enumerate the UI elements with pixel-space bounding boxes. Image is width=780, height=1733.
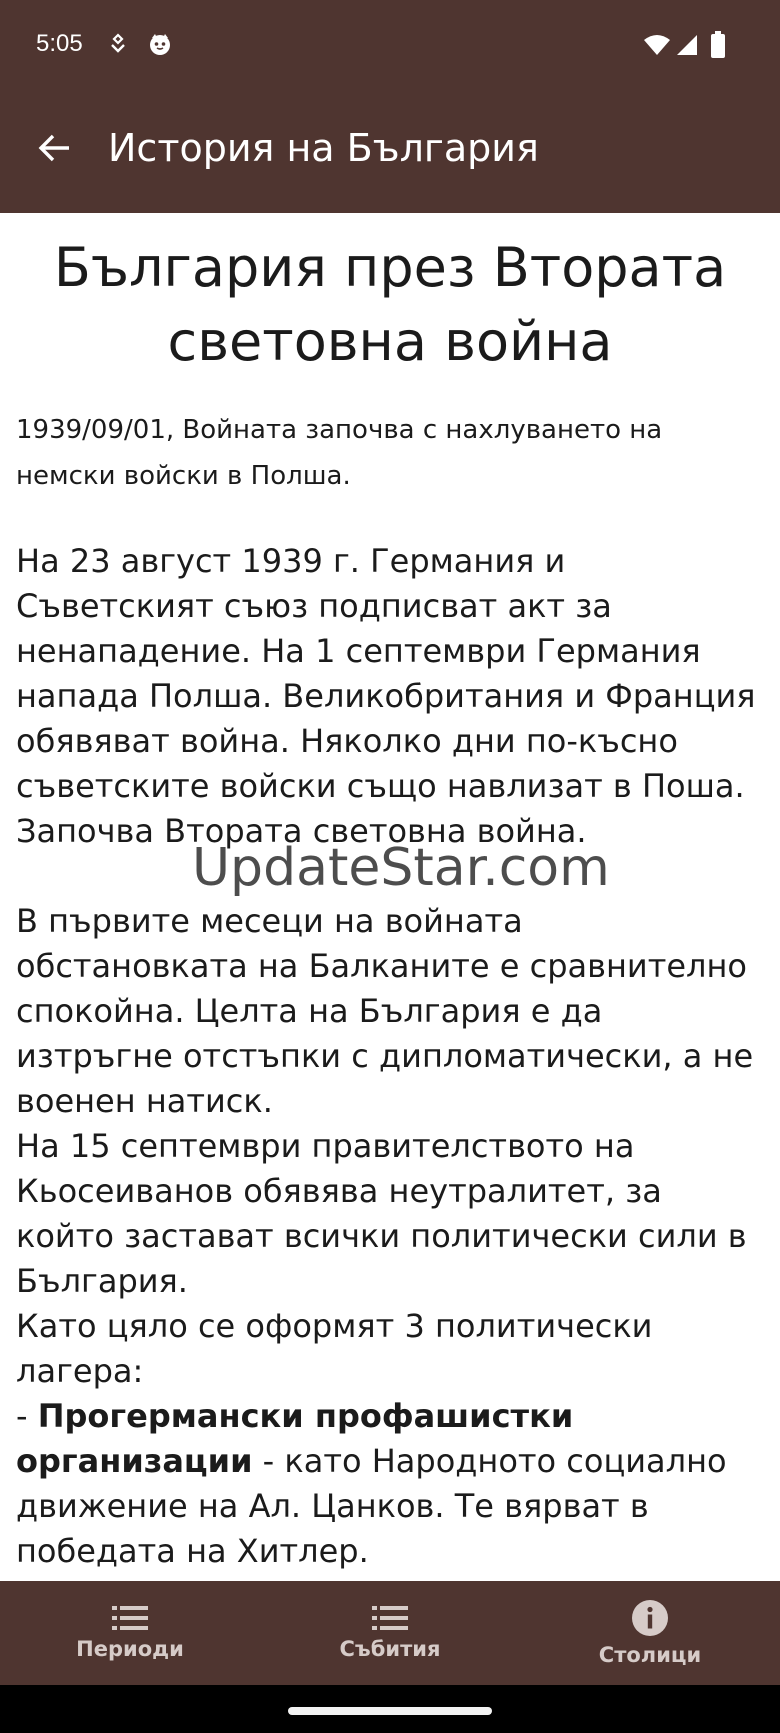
bottom-navigation: Периоди Събития Столици <box>0 1581 780 1685</box>
paragraph: В първите месеци на войната обстановката… <box>16 902 754 1120</box>
app-bar: История на България <box>0 96 780 213</box>
cat-face-icon <box>148 32 172 60</box>
list-icon <box>372 1606 408 1630</box>
status-bar: 5:05 <box>0 0 780 96</box>
paragraph: Като цяло се оформят 3 политически лагер… <box>16 1307 653 1390</box>
nav-label: Периоди <box>76 1637 184 1661</box>
bullet-item: - Прогермански профашистки организации -… <box>16 1394 764 1574</box>
nav-label: Събития <box>339 1637 441 1661</box>
list-icon <box>112 1606 148 1630</box>
paragraph: На 15 септември правителството на Кьосеи… <box>16 1127 747 1300</box>
wifi-icon <box>643 34 671 60</box>
event-title: България през Втората световна война <box>53 236 727 373</box>
top-app-bar: 5:05 История на България <box>0 0 780 213</box>
battery-icon <box>710 31 726 63</box>
nav-item-capitals[interactable]: Столици <box>520 1581 780 1685</box>
nav-label: Столици <box>598 1643 702 1667</box>
info-icon <box>632 1600 668 1636</box>
event-description: На 23 август 1939 г. Германия и Съветски… <box>16 539 764 1574</box>
cellular-signal-icon <box>676 34 698 60</box>
notification-app-icon <box>108 33 128 59</box>
home-gesture-handle[interactable] <box>288 1707 492 1715</box>
bullet-prefix: - <box>16 1397 38 1435</box>
system-gesture-bar <box>0 1685 780 1733</box>
back-button[interactable] <box>24 118 84 178</box>
nav-item-events[interactable]: Събития <box>260 1581 520 1685</box>
app-title: История на България <box>108 126 539 170</box>
event-detail-content[interactable]: България през Втората световна война 193… <box>0 213 780 1581</box>
arrow-back-icon <box>38 134 69 162</box>
status-time: 5:05 <box>36 30 83 57</box>
event-date-summary: 1939/09/01, Войната започва с нахлуванет… <box>16 415 663 491</box>
paragraph: На 23 август 1939 г. Германия и Съветски… <box>16 542 756 850</box>
nav-item-periods[interactable]: Периоди <box>0 1581 260 1685</box>
